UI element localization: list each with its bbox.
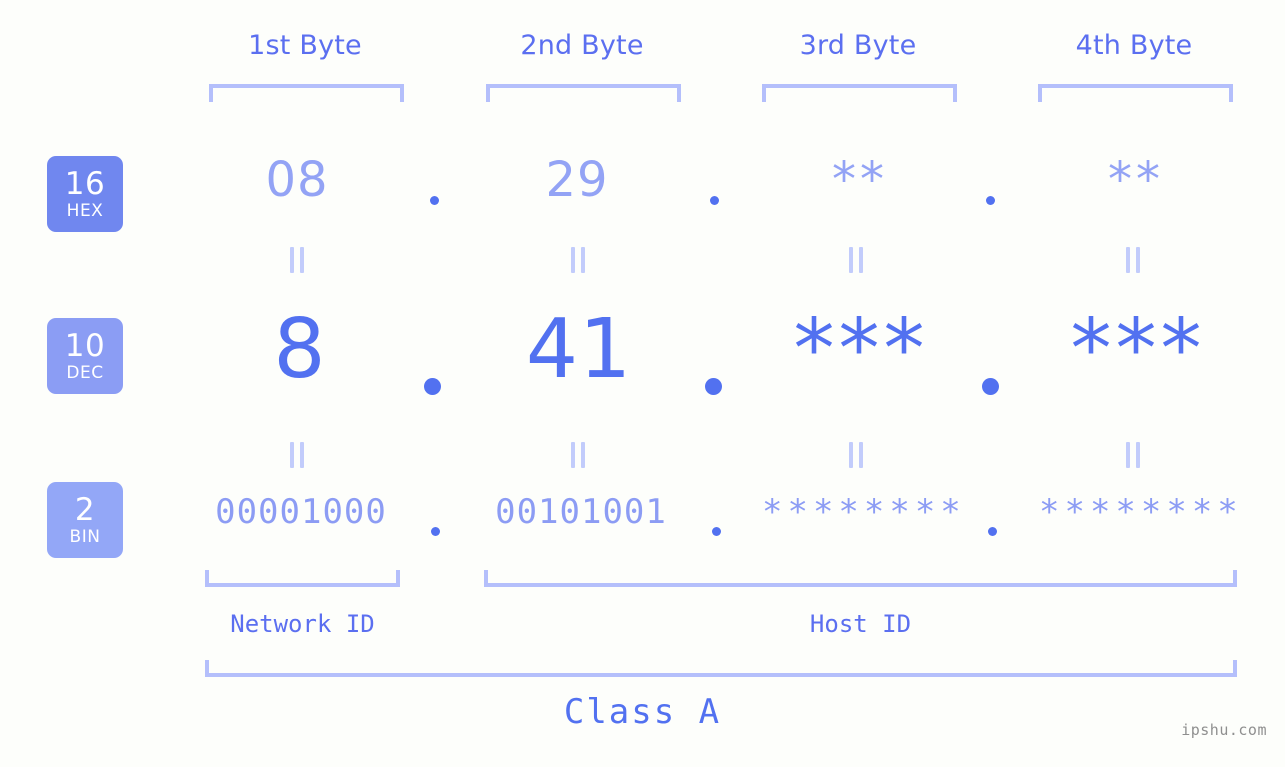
dec-byte-1: 8 bbox=[273, 302, 327, 397]
equals-icon-top-3 bbox=[849, 247, 863, 273]
dec-byte-2: 41 bbox=[525, 302, 633, 397]
radix-badge-hex-name: HEX bbox=[66, 200, 104, 221]
dec-dot-separator-2 bbox=[705, 378, 722, 395]
equals-icon-bottom-2 bbox=[571, 442, 585, 468]
radix-badge-hex: 16 HEX bbox=[47, 156, 123, 232]
byte-header-2: 2nd Byte bbox=[520, 30, 644, 61]
bin-dot-separator-3 bbox=[988, 527, 997, 536]
equals-icon-bottom-3 bbox=[849, 442, 863, 468]
equals-icon-bottom-1 bbox=[290, 442, 304, 468]
watermark: ipshu.com bbox=[1181, 721, 1267, 739]
equals-icon-top-2 bbox=[571, 247, 585, 273]
bin-byte-3: ******** bbox=[762, 492, 966, 532]
hex-dot-separator-3 bbox=[986, 196, 995, 205]
byte-bracket-3 bbox=[762, 84, 957, 102]
bin-byte-4: ******** bbox=[1039, 492, 1243, 532]
dec-dot-separator-3 bbox=[982, 378, 999, 395]
dec-byte-3: *** bbox=[793, 302, 929, 397]
hex-dot-separator-2 bbox=[710, 196, 719, 205]
radix-badge-dec-name: DEC bbox=[66, 362, 104, 383]
byte-bracket-1 bbox=[209, 84, 404, 102]
network-id-label: Network ID bbox=[230, 610, 375, 638]
equals-icon-top-4 bbox=[1126, 247, 1140, 273]
equals-icon-top-1 bbox=[290, 247, 304, 273]
class-label: Class A bbox=[563, 692, 722, 732]
radix-badge-bin: 2 BIN bbox=[47, 482, 123, 558]
radix-badge-dec: 10 DEC bbox=[47, 318, 123, 394]
host-id-label: Host ID bbox=[809, 610, 912, 638]
radix-badge-bin-name: BIN bbox=[69, 526, 101, 547]
host-id-bracket bbox=[484, 570, 1237, 587]
hex-byte-3: ** bbox=[832, 152, 888, 208]
dec-dot-separator-1 bbox=[424, 378, 441, 395]
bin-byte-2: 00101001 bbox=[495, 492, 667, 532]
byte-bracket-4 bbox=[1038, 84, 1233, 102]
hex-byte-2: 29 bbox=[545, 152, 609, 208]
radix-badge-dec-number: 10 bbox=[64, 327, 106, 364]
network-id-bracket bbox=[205, 570, 400, 587]
class-bracket bbox=[205, 660, 1237, 677]
byte-bracket-2 bbox=[486, 84, 681, 102]
hex-byte-4: ** bbox=[1108, 152, 1164, 208]
radix-badge-hex-number: 16 bbox=[64, 165, 106, 202]
bin-dot-separator-1 bbox=[431, 527, 440, 536]
hex-byte-1: 08 bbox=[265, 152, 329, 208]
dec-byte-4: *** bbox=[1070, 302, 1206, 397]
hex-dot-separator-1 bbox=[430, 196, 439, 205]
bin-dot-separator-2 bbox=[712, 527, 721, 536]
ip-address-diagram: 1st Byte 2nd Byte 3rd Byte 4th Byte 16 H… bbox=[0, 0, 1285, 767]
byte-header-1: 1st Byte bbox=[248, 30, 362, 61]
bin-byte-1: 00001000 bbox=[215, 492, 387, 532]
radix-badge-bin-number: 2 bbox=[74, 491, 96, 528]
equals-icon-bottom-4 bbox=[1126, 442, 1140, 468]
byte-header-4: 4th Byte bbox=[1075, 30, 1193, 61]
byte-header-3: 3rd Byte bbox=[799, 30, 917, 61]
